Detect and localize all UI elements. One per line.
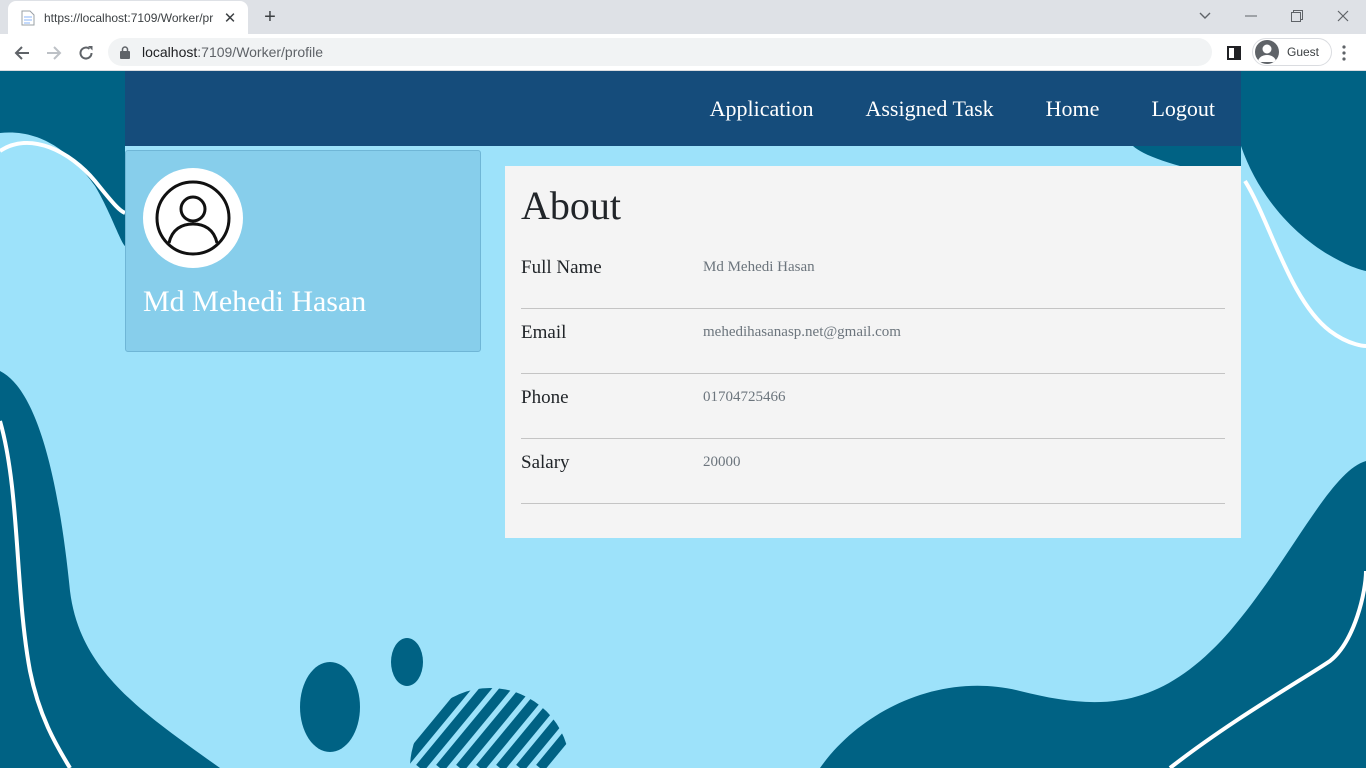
- info-row-salary: Salary 20000: [521, 439, 1225, 504]
- profile-card: Md Mehedi Hasan: [125, 150, 481, 352]
- info-value: 20000: [703, 454, 741, 470]
- close-window-icon[interactable]: [1331, 4, 1355, 28]
- back-arrow-icon[interactable]: [8, 39, 36, 67]
- main-navbar: Application Assigned Task Home Logout: [125, 71, 1241, 146]
- user-avatar-icon: [143, 168, 243, 268]
- nav-link-assigned-task[interactable]: Assigned Task: [865, 96, 993, 122]
- info-row-phone: Phone 01704725466: [521, 374, 1225, 439]
- url-path: :7109/Worker/profile: [197, 44, 324, 60]
- profile-name: Md Mehedi Hasan: [143, 285, 367, 318]
- reload-icon[interactable]: [72, 39, 100, 67]
- url-text: localhost:7109/Worker/profile: [142, 44, 323, 60]
- address-bar[interactable]: localhost:7109/Worker/profile: [108, 38, 1212, 66]
- tab-search-chevron-icon[interactable]: [1193, 4, 1217, 28]
- info-label: Salary: [521, 452, 570, 473]
- restore-icon[interactable]: [1285, 4, 1309, 28]
- new-tab-plus-icon[interactable]: +: [258, 5, 282, 29]
- info-value: Md Mehedi Hasan: [703, 259, 815, 275]
- nav-link-home[interactable]: Home: [1046, 96, 1100, 122]
- url-host: localhost: [142, 44, 198, 60]
- page-viewport: Application Assigned Task Home Logout Md…: [0, 71, 1366, 768]
- lock-icon: [120, 45, 134, 59]
- profile-button[interactable]: Guest: [1252, 38, 1333, 66]
- nav-link-logout[interactable]: Logout: [1151, 96, 1215, 122]
- browser-tabstrip: https://localhost:7109/Worker/pr ✕ +: [0, 0, 1366, 34]
- info-value: mehedihasanasp.net@gmail.com: [703, 324, 901, 340]
- guest-avatar-icon: [1255, 40, 1279, 64]
- info-label: Full Name: [521, 257, 602, 278]
- info-row-email: Email mehedihasanasp.net@gmail.com: [521, 309, 1225, 374]
- tab-close-icon[interactable]: ✕: [222, 10, 238, 27]
- forward-arrow-icon[interactable]: [40, 39, 68, 67]
- about-title: About: [521, 183, 621, 228]
- browser-tab[interactable]: https://localhost:7109/Worker/pr ✕: [8, 1, 248, 34]
- nav-link-application[interactable]: Application: [710, 96, 814, 122]
- info-row-full-name: Full Name Md Mehedi Hasan: [521, 244, 1225, 309]
- minimize-icon[interactable]: [1239, 4, 1263, 28]
- page-favicon-icon: [20, 10, 36, 26]
- info-label: Phone: [521, 387, 569, 408]
- tab-title: https://localhost:7109/Worker/pr: [44, 10, 214, 25]
- info-label: Email: [521, 322, 567, 343]
- about-panel: About Full Name Md Mehedi Hasan Email me…: [505, 166, 1241, 538]
- browser-menu-icon[interactable]: [1334, 41, 1354, 65]
- info-value: 01704725466: [703, 389, 786, 405]
- browser-toolbar: localhost:7109/Worker/profile Guest: [0, 34, 1366, 71]
- side-panel-icon[interactable]: [1222, 41, 1246, 65]
- profile-label: Guest: [1287, 45, 1320, 59]
